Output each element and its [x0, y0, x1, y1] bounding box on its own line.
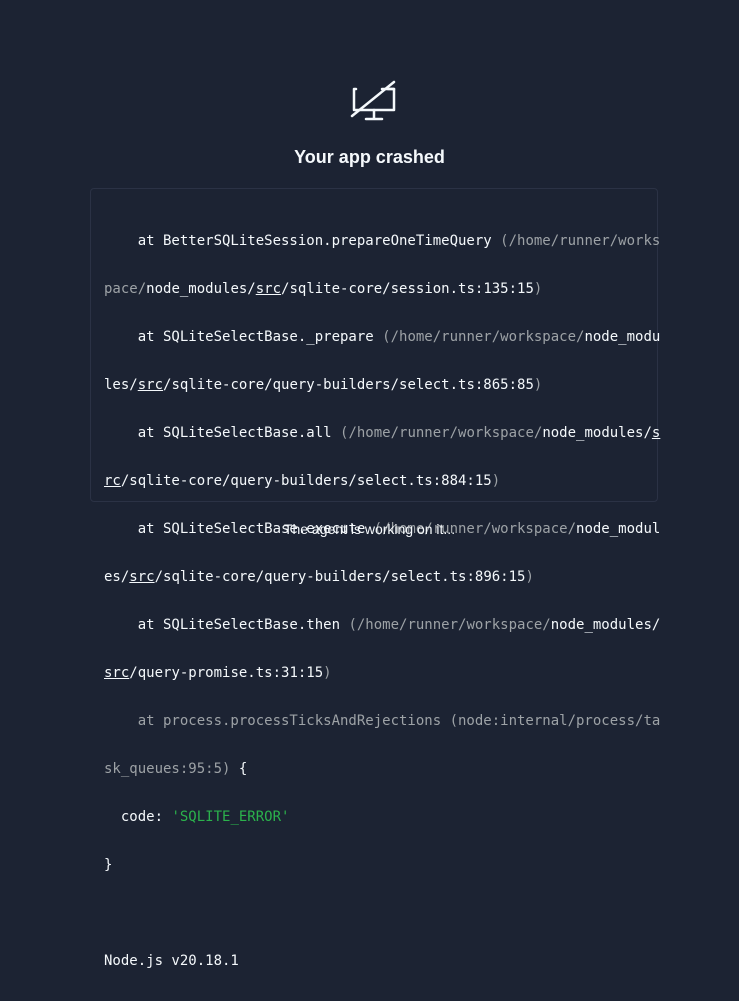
log-text: }: [104, 857, 113, 873]
log-text: /sqlite-core/query-builders/select.ts:88…: [120, 473, 492, 489]
log-path: pace/: [104, 281, 147, 297]
log-text: /sqlite-core/query-builders/select.ts:89…: [154, 569, 526, 585]
log-path: sk_queues:95:5): [104, 761, 231, 777]
log-line: es/src/sqlite-core/query-builders/select…: [104, 569, 660, 585]
log-path: ): [533, 281, 543, 297]
log-line: code: 'SQLITE_ERROR': [104, 809, 660, 825]
log-line: at BetterSQLiteSession.prepareOneTimeQue…: [104, 233, 661, 249]
log-text: code:: [104, 809, 172, 825]
log-text: at process.processTicksAndRejections (no…: [104, 713, 661, 729]
log-line: sk_queues:95:5) {: [104, 761, 660, 777]
log-path: ): [533, 377, 543, 393]
log-text: node_modules/: [550, 617, 661, 633]
log-text: rc: [104, 473, 121, 489]
log-text: les/: [104, 377, 138, 393]
log-line: at SQLiteSelectBase.all (/home/runner/wo…: [104, 425, 661, 441]
log-line: Node.js v20.18.1: [104, 953, 660, 969]
log-text: src: [137, 377, 164, 393]
log-text: s: [651, 425, 661, 441]
log-text: src: [129, 569, 155, 585]
log-text: node_modules/: [542, 425, 652, 441]
log-line: src/query-promise.ts:31:15): [104, 665, 660, 681]
monitor-off-icon: [350, 80, 396, 121]
page-title: Your app crashed: [294, 147, 445, 167]
log-path: ): [491, 473, 501, 489]
error-code-string: 'SQLITE_ERROR': [171, 809, 290, 825]
log-text: at SQLiteSelectBase.then: [104, 617, 349, 633]
log-line: rc/sqlite-core/query-builders/select.ts:…: [104, 473, 660, 489]
log-text: /query-promise.ts:31:15: [129, 665, 324, 681]
log-path: ): [323, 665, 332, 681]
log-text: at BetterSQLiteSession.prepareOneTimeQue…: [104, 233, 501, 249]
log-text: src: [255, 281, 282, 297]
log-text: es/: [104, 569, 130, 585]
log-text: node_modules/: [146, 281, 256, 297]
log-line: at SQLiteSelectBase.then (/home/runner/w…: [104, 617, 661, 633]
log-path: (/home/runner/workspace/: [382, 329, 585, 345]
stack-trace: at BetterSQLiteSession.prepareOneTimeQue…: [104, 201, 660, 1001]
log-path: (/home/runner/works: [500, 233, 661, 249]
log-text: /sqlite-core/session.ts:135:15: [281, 281, 534, 297]
log-line: at process.processTicksAndRejections (no…: [104, 713, 661, 729]
error-log-panel: at BetterSQLiteSession.prepareOneTimeQue…: [90, 188, 660, 969]
agent-status-text: The agent is working on it...: [283, 521, 456, 537]
log-text: at SQLiteSelectBase.all: [104, 425, 341, 441]
log-text: {: [230, 761, 248, 777]
log-text: at SQLiteSelectBase._prepare: [104, 329, 383, 345]
log-line: les/src/sqlite-core/query-builders/selec…: [104, 377, 660, 393]
log-line: at SQLiteSelectBase._prepare (/home/runn…: [104, 329, 661, 345]
log-line: pace/node_modules/src/sqlite-core/sessio…: [104, 281, 660, 297]
node-version: Node.js v20.18.1: [104, 953, 239, 969]
log-path: (/home/runner/workspace/: [340, 425, 543, 441]
log-line: }: [104, 857, 660, 873]
log-text: src: [104, 665, 130, 681]
log-path: ): [525, 569, 534, 585]
log-text: /sqlite-core/query-builders/select.ts:86…: [163, 377, 534, 393]
log-path: (/home/runner/workspace/: [348, 617, 551, 633]
log-text: node_modu: [584, 329, 661, 345]
